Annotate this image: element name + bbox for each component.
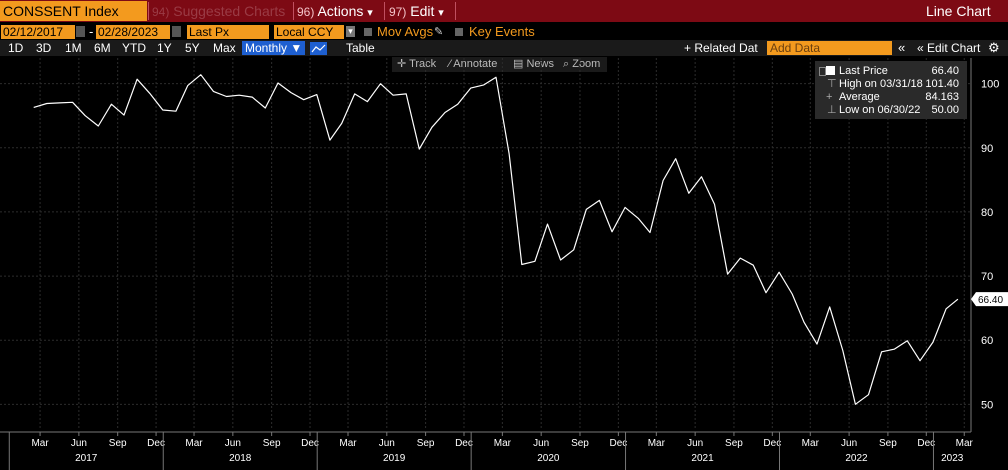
x-tick-label: Sep	[263, 438, 281, 449]
legend-high-label: High on 03/31/18	[839, 78, 923, 90]
x-tick-label: Mar	[31, 438, 49, 449]
series-swatch	[826, 66, 835, 75]
legend-last-label: Last Price	[839, 65, 888, 77]
x-tick-label: Dec	[455, 438, 473, 449]
x-tick-label: Sep	[417, 438, 435, 449]
legend-average-label: Average	[839, 91, 880, 103]
legend-row-last: Last Price 66.40	[815, 65, 967, 78]
handle-icon	[819, 67, 826, 76]
x-tick-label: Mar	[956, 438, 974, 449]
last-value-label: 66.40	[978, 295, 1003, 306]
x-tick-label: Sep	[725, 438, 743, 449]
legend-row-high: ⊤ High on 03/31/18 101.40	[815, 78, 967, 91]
y-tick-label: 60	[981, 335, 993, 347]
y-tick-label: 100	[981, 79, 999, 91]
legend-last-value: 66.40	[931, 65, 959, 77]
legend-row-low: ⊥ Low on 06/30/22 50.00	[815, 104, 967, 117]
x-tick-label: Dec	[147, 438, 165, 449]
legend-panel: Last Price 66.40 ⊤ High on 03/31/18 101.…	[815, 61, 967, 119]
legend-high-value: 101.40	[925, 78, 959, 90]
year-label: 2023	[941, 453, 964, 464]
x-tick-label: Jun	[841, 438, 857, 449]
x-tick-label: Mar	[185, 438, 203, 449]
x-tick-label: Jun	[687, 438, 703, 449]
x-tick-label: Sep	[879, 438, 897, 449]
legend-low-value: 50.00	[931, 104, 959, 116]
x-tick-label: Mar	[494, 438, 512, 449]
year-label: 2021	[691, 453, 714, 464]
x-tick-label: Dec	[763, 438, 781, 449]
high-marker-icon: ⊤	[827, 78, 837, 90]
x-tick-label: Sep	[571, 438, 589, 449]
x-tick-label: Sep	[109, 438, 127, 449]
y-tick-label: 90	[981, 143, 993, 155]
year-label: 2022	[845, 453, 868, 464]
legend-low-label: Low on 06/30/22	[839, 104, 921, 116]
x-tick-label: Jun	[533, 438, 549, 449]
x-tick-label: Mar	[802, 438, 820, 449]
x-tick-label: Dec	[917, 438, 935, 449]
year-label: 2017	[75, 453, 98, 464]
y-tick-label: 80	[981, 207, 993, 219]
x-tick-label: Dec	[609, 438, 627, 449]
year-label: 2020	[537, 453, 560, 464]
year-label: 2019	[383, 453, 406, 464]
y-tick-label: 70	[981, 271, 993, 283]
x-tick-label: Mar	[648, 438, 666, 449]
x-tick-label: Dec	[301, 438, 319, 449]
series-line	[33, 74, 959, 405]
x-tick-label: Jun	[379, 438, 395, 449]
y-tick-label: 50	[981, 399, 993, 411]
x-tick-label: Jun	[71, 438, 87, 449]
low-marker-icon: ⊥	[827, 104, 837, 116]
x-tick-label: Mar	[339, 438, 357, 449]
x-tick-label: Jun	[225, 438, 241, 449]
legend-row-average: + Average 84.163	[815, 91, 967, 104]
average-marker-icon: +	[826, 91, 833, 103]
year-label: 2018	[229, 453, 252, 464]
legend-average-value: 84.163	[925, 91, 959, 103]
